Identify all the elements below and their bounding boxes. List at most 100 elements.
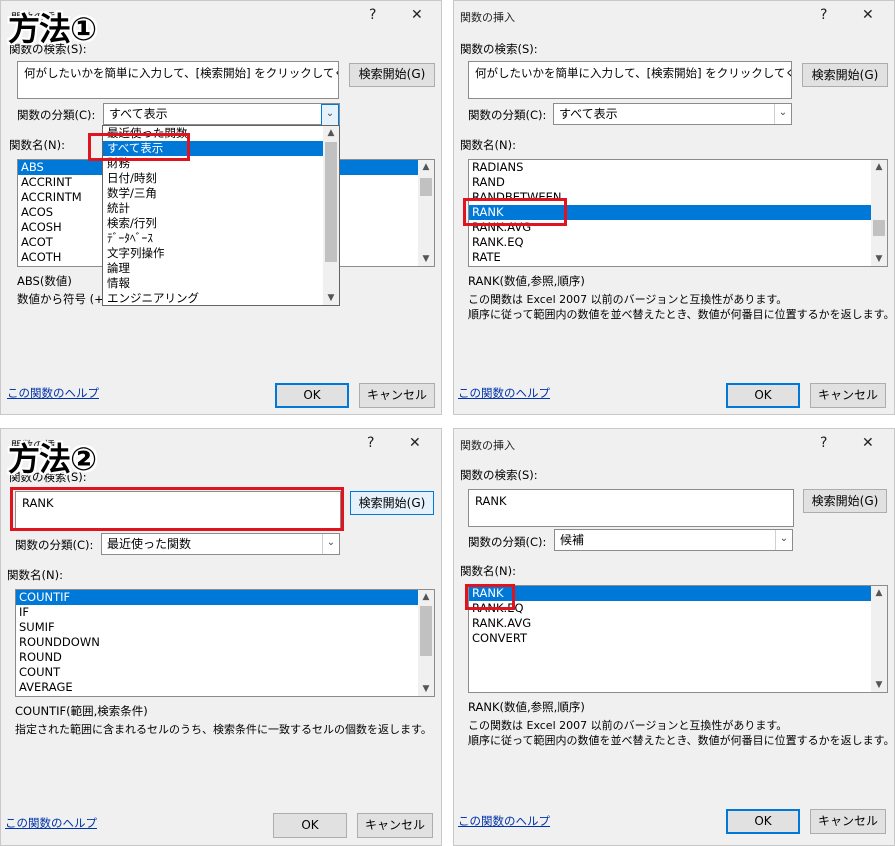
function-help-link[interactable]: この関数のヘルプ xyxy=(458,813,550,829)
scroll-up-icon[interactable]: ▲ xyxy=(871,160,887,174)
function-syntax: COUNTIF(範囲,検索条件) xyxy=(15,704,148,718)
insert-function-dialog-1: 関数の挿入 ? ✕ 関数の検索(S): 何がしたいかを簡単に入力して、[検索開始… xyxy=(0,0,442,415)
help-question-button[interactable]: ? xyxy=(820,7,827,23)
function-description-line1: この関数は Excel 2007 以前のバージョンと互換性があります。 xyxy=(468,719,788,732)
scroll-down-icon[interactable]: ▼ xyxy=(418,682,434,696)
function-list-item[interactable]: RAND xyxy=(469,175,887,190)
function-list-item[interactable]: IF xyxy=(16,605,434,620)
function-help-link[interactable]: この関数のヘルプ xyxy=(7,385,99,401)
function-description-line2: 順序に従って範囲内の数値を並べ替えたとき、数値が何番目に位置するかを返します。 xyxy=(468,308,895,321)
function-list-item[interactable]: COUNTIF xyxy=(16,590,434,605)
category-label: 関数の分類(C): xyxy=(468,535,547,549)
scrollbar[interactable]: ▲ ▼ xyxy=(418,160,434,266)
scroll-down-icon[interactable]: ▼ xyxy=(418,252,434,266)
function-syntax: RANK(数値,参照,順序) xyxy=(468,700,585,714)
cancel-button[interactable]: キャンセル xyxy=(357,813,433,838)
function-list-item[interactable]: SUMIF xyxy=(16,620,434,635)
function-list[interactable]: RANK RANK.EQ RANK.AVG CONVERT ▲ ▼ xyxy=(468,585,888,693)
method-2-badge: 方法② xyxy=(8,440,97,478)
scroll-thumb[interactable] xyxy=(420,606,432,656)
help-question-button[interactable]: ? xyxy=(820,435,827,451)
scroll-down-icon[interactable]: ▼ xyxy=(871,252,887,266)
ok-button[interactable]: OK xyxy=(726,809,800,834)
category-option[interactable]: 数学/三角 xyxy=(103,186,339,201)
category-value: 候補 xyxy=(560,533,585,547)
scroll-thumb[interactable] xyxy=(420,178,432,196)
scrollbar[interactable]: ▲ ▼ xyxy=(418,590,434,696)
dialog-title: 関数の挿入 xyxy=(460,11,515,24)
function-help-link[interactable]: この関数のヘルプ xyxy=(5,815,97,831)
cancel-button[interactable]: キャンセル xyxy=(810,383,886,408)
chevron-down-icon[interactable]: ⌄ xyxy=(774,104,791,124)
function-list-item[interactable]: ROUNDDOWN xyxy=(16,635,434,650)
category-option[interactable]: 検索/行列 xyxy=(103,216,339,231)
scrollbar[interactable]: ▲ ▼ xyxy=(871,586,887,692)
scroll-up-icon[interactable]: ▲ xyxy=(418,160,434,174)
highlight-all-functions xyxy=(88,133,190,161)
function-list-item[interactable]: AVERAGE xyxy=(16,680,434,695)
function-list-item[interactable]: COUNT xyxy=(16,665,434,680)
scroll-up-icon[interactable]: ▲ xyxy=(323,126,339,140)
function-list-item[interactable]: CONVERT xyxy=(469,631,887,646)
dropdown-scrollbar[interactable]: ▲ ▼ xyxy=(323,126,339,305)
scrollbar[interactable]: ▲ ▼ xyxy=(871,160,887,266)
close-icon[interactable]: ✕ xyxy=(409,435,421,451)
help-question-button[interactable]: ? xyxy=(367,435,374,451)
category-option[interactable]: 論理 xyxy=(103,261,339,276)
ok-button[interactable]: OK xyxy=(275,383,349,408)
function-description: 数値から符号 (+ xyxy=(17,292,104,306)
cancel-button[interactable]: キャンセル xyxy=(359,383,435,408)
scroll-down-icon[interactable]: ▼ xyxy=(871,678,887,692)
scroll-thumb[interactable] xyxy=(873,220,885,236)
search-start-button[interactable]: 検索開始(G) xyxy=(349,63,435,87)
category-option[interactable]: 情報 xyxy=(103,276,339,291)
scroll-up-icon[interactable]: ▲ xyxy=(871,586,887,600)
search-input[interactable]: RANK xyxy=(468,489,794,527)
highlight-search-input xyxy=(10,487,344,531)
function-list-item[interactable]: ROUND xyxy=(16,650,434,665)
function-list-item[interactable]: RADIANS xyxy=(469,160,887,175)
dialog-title: 関数の挿入 xyxy=(460,439,515,452)
chevron-down-icon[interactable]: ⌄ xyxy=(775,530,792,550)
highlight-rank xyxy=(463,198,567,226)
function-help-link[interactable]: この関数のヘルプ xyxy=(458,385,550,401)
function-list-item[interactable]: RANK.AVG xyxy=(469,616,887,631)
function-description-line1: この関数は Excel 2007 以前のバージョンと互換性があります。 xyxy=(468,293,788,306)
scroll-thumb[interactable] xyxy=(325,142,337,262)
scroll-up-icon[interactable]: ▲ xyxy=(418,590,434,604)
category-select[interactable]: 候補 ⌄ xyxy=(554,529,793,551)
cancel-button[interactable]: キャンセル xyxy=(810,809,886,834)
scroll-down-icon[interactable]: ▼ xyxy=(323,291,339,305)
category-option[interactable]: 文字列操作 xyxy=(103,246,339,261)
close-icon[interactable]: ✕ xyxy=(862,7,874,23)
close-icon[interactable]: ✕ xyxy=(411,7,423,23)
category-label: 関数の分類(C): xyxy=(17,108,96,122)
chevron-down-icon[interactable]: ⌄ xyxy=(321,104,339,126)
category-select[interactable]: すべて表示 ⌄ xyxy=(103,103,340,126)
function-list-item[interactable]: RATE xyxy=(469,250,887,265)
insert-function-dialog-4: 関数の挿入 ? ✕ 関数の検索(S): RANK 検索開始(G) 関数の分類(C… xyxy=(453,428,895,846)
category-select[interactable]: すべて表示 ⌄ xyxy=(553,103,792,125)
help-question-button[interactable]: ? xyxy=(369,7,376,23)
ok-button[interactable]: OK xyxy=(726,383,800,408)
ok-button[interactable]: OK xyxy=(273,813,347,838)
search-input[interactable]: 何がしたいかを簡単に入力して、[検索開始] をクリックしてください。 xyxy=(468,61,792,99)
function-list-item[interactable]: RANK.EQ xyxy=(469,601,887,616)
category-option[interactable]: 統計 xyxy=(103,201,339,216)
category-option[interactable]: 日付/時刻 xyxy=(103,171,339,186)
search-label: 関数の検索(S): xyxy=(460,42,538,56)
category-option[interactable]: ﾃﾞｰﾀﾍﾞｰｽ xyxy=(103,231,339,246)
function-list-item[interactable]: RANK xyxy=(469,586,887,601)
category-select[interactable]: 最近使った関数 ⌄ xyxy=(101,533,340,555)
function-list[interactable]: COUNTIF IF SUMIF ROUNDDOWN ROUND COUNT AVERAGE… xyxy=(15,589,435,697)
search-start-button[interactable]: 検索開始(G) xyxy=(803,489,887,513)
function-list-item[interactable]: RANK.EQ xyxy=(469,235,887,250)
search-input[interactable]: 何がしたいかを簡単に入力して、[検索開始] をクリックしてください。 xyxy=(17,61,339,99)
category-value: 最近使った関数 xyxy=(107,537,192,551)
close-icon[interactable]: ✕ xyxy=(862,435,874,451)
search-start-button[interactable]: 検索開始(G) xyxy=(802,63,888,87)
chevron-down-icon[interactable]: ⌄ xyxy=(322,534,339,554)
highlight-rank-result xyxy=(465,584,515,610)
search-start-button[interactable]: 検索開始(G) xyxy=(350,491,434,515)
category-option[interactable]: エンジニアリング xyxy=(103,291,339,305)
